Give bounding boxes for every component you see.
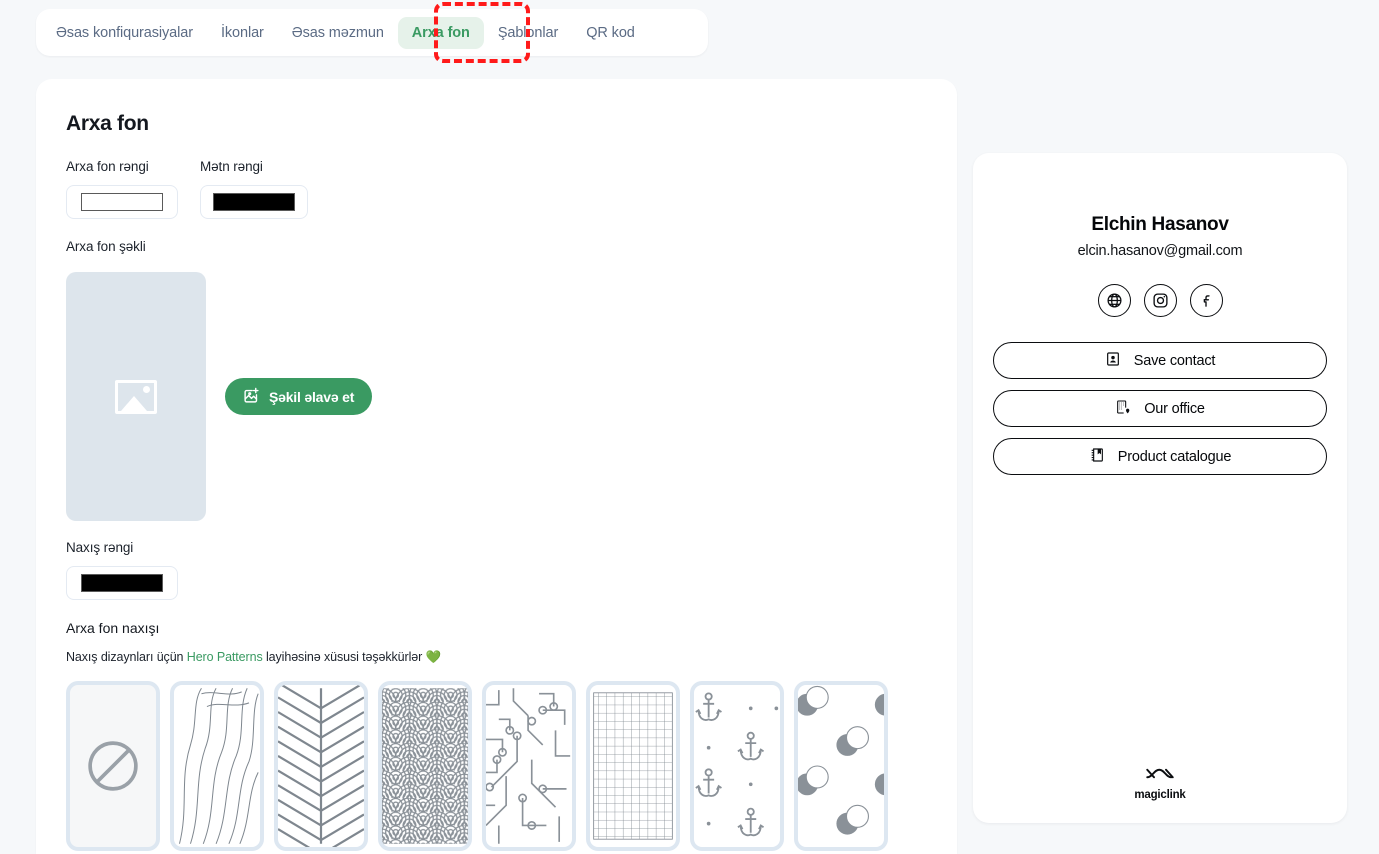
label-background-pattern: Arxa fon naxışı	[66, 620, 160, 636]
hero-patterns-link[interactable]: Hero Patterns	[187, 650, 263, 664]
image-placeholder-icon	[115, 379, 157, 414]
preview-contact-email: elcin.hasanov@gmail.com	[1077, 243, 1243, 259]
pattern-thumbnail-row	[66, 681, 888, 851]
pattern-option-graph-paper[interactable]	[586, 681, 680, 851]
catalogue-book-icon	[1089, 447, 1105, 467]
preview-social-row	[973, 284, 1347, 317]
background-color-swatch	[81, 193, 163, 211]
credit-suffix: layihəsinə xüsusi təşəkkürlər	[262, 650, 426, 664]
magiclink-logo-icon	[1145, 767, 1175, 785]
credit-prefix: Naxış dizaynları üçün	[66, 650, 187, 664]
preview-footer-brand: magiclink	[973, 767, 1347, 801]
pattern-option-none[interactable]	[66, 681, 160, 851]
tab-esas-mezmun[interactable]: Əsas məzmun	[278, 17, 398, 49]
add-image-button[interactable]: Şəkil əlavə et	[225, 378, 373, 415]
facebook-icon[interactable]	[1189, 284, 1223, 317]
product-catalogue-button[interactable]: Product catalogue	[993, 438, 1327, 475]
tab-sablonlar[interactable]: Şablonlar	[484, 17, 572, 49]
pattern-option-topography[interactable]	[170, 681, 264, 851]
text-color-picker[interactable]	[200, 185, 308, 219]
green-heart-icon: 💚	[425, 650, 442, 664]
text-color-swatch	[213, 193, 295, 211]
tab-bar: Əsas konfiqurasiyalar İkonlar Əsas məzmu…	[36, 9, 708, 56]
background-image-dropzone[interactable]	[66, 272, 206, 521]
tab-esas-konfiqurasiyalar[interactable]: Əsas konfiqurasiyalar	[42, 17, 207, 49]
background-color-picker[interactable]	[66, 185, 178, 219]
label-text-color: Mətn rəngi	[200, 159, 263, 174]
save-contact-button[interactable]: Save contact	[993, 342, 1327, 379]
globe-icon[interactable]	[1097, 284, 1131, 317]
pattern-option-anchors[interactable]	[690, 681, 784, 851]
add-image-label: Şəkil əlavə et	[269, 388, 355, 405]
office-building-icon	[1115, 399, 1131, 419]
contact-card-icon	[1105, 351, 1121, 371]
pattern-option-chevron[interactable]	[274, 681, 368, 851]
tab-arxa-fon[interactable]: Arxa fon	[397, 16, 484, 49]
save-contact-label: Save contact	[1133, 352, 1216, 369]
label-background-image: Arxa fon şəkli	[66, 239, 146, 254]
instagram-icon[interactable]	[1143, 284, 1177, 317]
pattern-color-swatch	[81, 574, 163, 592]
pattern-option-circuit-board[interactable]	[482, 681, 576, 851]
pattern-credit-text: Naxış dizaynları üçün Hero Patterns layi…	[66, 650, 441, 665]
pattern-color-picker[interactable]	[66, 566, 178, 600]
tab-qr-kod[interactable]: QR kod	[572, 17, 649, 49]
pattern-option-seigaiha[interactable]	[378, 681, 472, 851]
card-preview-panel: Elchin Hasanov elcin.hasanov@gmail.com S…	[973, 153, 1347, 823]
preview-action-list: Save contact Our office Product catalogu…	[993, 342, 1327, 475]
page-title: Arxa fon	[66, 112, 149, 135]
tab-ikonlar[interactable]: İkonlar	[207, 17, 278, 49]
add-image-icon	[243, 387, 260, 407]
our-office-label: Our office	[1144, 400, 1205, 417]
our-office-button[interactable]: Our office	[993, 390, 1327, 427]
product-catalogue-label: Product catalogue	[1117, 448, 1232, 465]
magiclink-label: magiclink	[1134, 789, 1186, 801]
label-pattern-color: Naxış rəngi	[66, 540, 134, 555]
label-background-color: Arxa fon rəngi	[66, 159, 149, 174]
preview-contact-name: Elchin Hasanov	[1091, 214, 1229, 235]
pattern-option-overlapping-circles[interactable]	[794, 681, 888, 851]
